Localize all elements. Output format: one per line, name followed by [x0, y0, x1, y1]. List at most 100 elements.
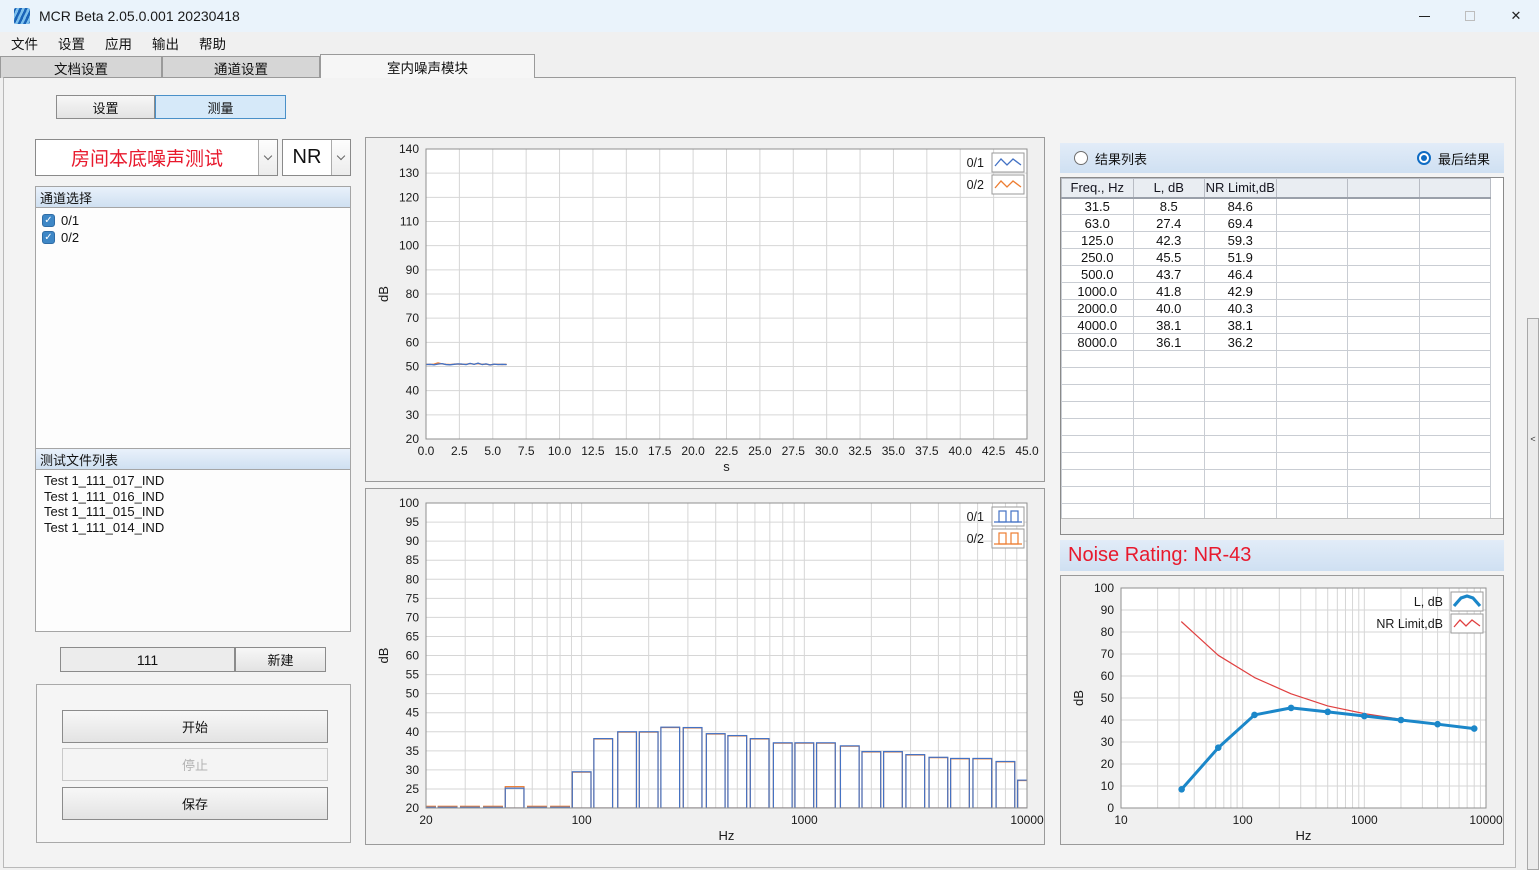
table-empty-row — [1062, 470, 1491, 487]
test-type-dropdown-button[interactable] — [258, 140, 277, 175]
svg-text:50: 50 — [406, 360, 420, 374]
svg-text:30: 30 — [406, 408, 420, 422]
menu-item-file[interactable]: 文件 — [4, 31, 45, 55]
channel-label: 0/2 — [61, 230, 79, 245]
svg-text:0/2: 0/2 — [967, 178, 984, 192]
svg-text:100: 100 — [572, 813, 592, 827]
table-cell — [1419, 300, 1491, 317]
table-row[interactable]: 8000.036.136.2 — [1062, 334, 1491, 351]
svg-text:20.0: 20.0 — [681, 444, 705, 458]
table-row[interactable]: 63.027.469.4 — [1062, 215, 1491, 232]
table-row[interactable]: 4000.038.138.1 — [1062, 317, 1491, 334]
svg-text:30: 30 — [406, 763, 420, 777]
svg-text:65: 65 — [406, 629, 420, 643]
start-button[interactable]: 开始 — [62, 710, 328, 743]
table-row[interactable]: 250.045.551.9 — [1062, 249, 1491, 266]
svg-text:32.5: 32.5 — [848, 444, 872, 458]
svg-text:50: 50 — [1101, 691, 1115, 705]
tab-document-settings[interactable]: 文档设置 — [0, 56, 162, 78]
minimize-button[interactable] — [1401, 0, 1447, 32]
radio-last-result[interactable]: 最后结果 — [1417, 149, 1490, 168]
svg-text:12.5: 12.5 — [581, 444, 605, 458]
svg-text:dB: dB — [376, 286, 391, 302]
close-button[interactable]: ✕ — [1493, 0, 1539, 32]
window-controls: ✕ — [1401, 0, 1539, 32]
menu-item-application[interactable]: 应用 — [98, 31, 139, 55]
table-cell — [1348, 317, 1420, 334]
svg-text:0/1: 0/1 — [967, 156, 984, 170]
radio-last-result-icon[interactable] — [1417, 151, 1431, 165]
chevron-down-icon — [337, 152, 345, 160]
test-name-input[interactable] — [60, 647, 235, 672]
chevron-down-icon — [264, 152, 272, 160]
table-cell: 38.1 — [1205, 317, 1277, 334]
rating-select[interactable]: NR — [282, 139, 351, 176]
tab-room-noise-module[interactable]: 室内噪声模块 — [320, 54, 535, 78]
table-row[interactable]: 2000.040.040.3 — [1062, 300, 1491, 317]
test-file-item[interactable]: Test 1_111_015_IND — [44, 504, 350, 520]
svg-text:95: 95 — [406, 515, 420, 529]
subtab-setup[interactable]: 设置 — [56, 95, 155, 119]
svg-text:dB: dB — [376, 648, 391, 664]
svg-text:10: 10 — [1101, 779, 1115, 793]
radio-results-list-icon[interactable] — [1074, 151, 1088, 165]
checkbox-icon[interactable]: ✓ — [42, 231, 55, 244]
table-row[interactable]: 1000.041.842.9 — [1062, 283, 1491, 300]
rating-value: NR — [283, 140, 331, 175]
table-cell: 45.5 — [1133, 249, 1205, 266]
svg-text:10000: 10000 — [1010, 813, 1044, 827]
table-cell: 125.0 — [1062, 232, 1134, 249]
table-row[interactable]: 500.043.746.4 — [1062, 266, 1491, 283]
svg-text:20: 20 — [1101, 757, 1115, 771]
table-cell: 59.3 — [1205, 232, 1277, 249]
svg-text:15.0: 15.0 — [615, 444, 639, 458]
test-type-select[interactable]: 房间本底噪声测试 — [35, 139, 278, 176]
table-cell — [1348, 300, 1420, 317]
svg-text:Hz: Hz — [719, 828, 735, 843]
checkbox-icon[interactable]: ✓ — [42, 214, 55, 227]
app-window: MCR Beta 2.05.0.001 20230418 ✕ 文件设置应用输出帮… — [0, 0, 1539, 870]
table-row[interactable]: 125.042.359.3 — [1062, 232, 1491, 249]
table-cell — [1276, 317, 1348, 334]
nr-comparison-chart-panel: 010203040506070809010010100100010000HzdB… — [1060, 575, 1504, 845]
save-button[interactable]: 保存 — [62, 787, 328, 820]
table-cell — [1348, 283, 1420, 300]
test-file-item[interactable]: Test 1_111_014_IND — [44, 520, 350, 536]
table-cell: 41.8 — [1133, 283, 1205, 300]
subtab-measure[interactable]: 测量 — [155, 95, 286, 119]
svg-text:70: 70 — [1101, 647, 1115, 661]
menu-item-help[interactable]: 帮助 — [192, 31, 233, 55]
table-cell — [1276, 198, 1348, 215]
new-button[interactable]: 新建 — [235, 647, 326, 672]
table-empty-row — [1062, 368, 1491, 385]
test-file-item[interactable]: Test 1_111_016_IND — [44, 489, 350, 505]
svg-text:85: 85 — [406, 553, 420, 567]
table-empty-row — [1062, 453, 1491, 470]
channel-item-0-1[interactable]: ✓0/1 — [42, 212, 350, 229]
collapse-strip[interactable]: < — [1527, 318, 1539, 870]
table-header-cell — [1276, 179, 1348, 198]
table-empty-row — [1062, 402, 1491, 419]
svg-text:80: 80 — [1101, 625, 1115, 639]
svg-text:100: 100 — [399, 239, 419, 253]
svg-text:37.5: 37.5 — [915, 444, 939, 458]
table-cell: 69.4 — [1205, 215, 1277, 232]
table-cell: 46.4 — [1205, 266, 1277, 283]
table-cell — [1276, 300, 1348, 317]
tab-channel-settings[interactable]: 通道设置 — [162, 56, 320, 78]
menu-item-output[interactable]: 输出 — [145, 31, 186, 55]
radio-results-list[interactable]: 结果列表 — [1074, 149, 1147, 168]
maximize-button[interactable] — [1447, 0, 1493, 32]
results-table: Freq., HzL, dBNR Limit,dB31.58.584.663.0… — [1060, 177, 1504, 535]
test-file-item[interactable]: Test 1_111_017_IND — [44, 473, 350, 489]
svg-text:7.5: 7.5 — [518, 444, 535, 458]
menu-item-settings[interactable]: 设置 — [51, 31, 92, 55]
svg-text:70: 70 — [406, 610, 420, 624]
rating-dropdown-button[interactable] — [331, 140, 350, 175]
table-row[interactable]: 31.58.584.6 — [1062, 198, 1491, 215]
channel-item-0-2[interactable]: ✓ 0/2 — [42, 229, 350, 246]
channel-section-header: 通道选择 — [35, 186, 351, 208]
table-cell: 38.1 — [1133, 317, 1205, 334]
table-cell — [1419, 249, 1491, 266]
table-cell: 42.9 — [1205, 283, 1277, 300]
